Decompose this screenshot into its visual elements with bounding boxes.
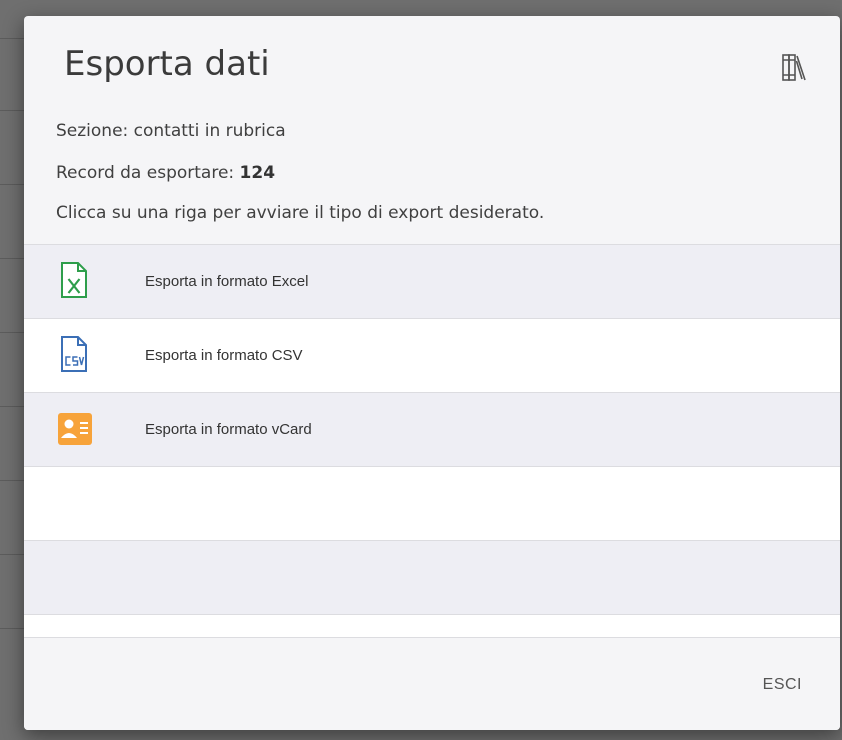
exit-button[interactable]: ESCI — [763, 676, 802, 694]
backdrop-divider — [0, 184, 24, 185]
export-dialog: Esporta dati Sezione: contatti in rubric… — [24, 16, 840, 730]
section-label: Sezione: contatti in rubrica — [56, 121, 286, 141]
export-options-list: Esporta in formato Excel Esporta in form… — [24, 244, 840, 638]
dialog-header: Esporta dati Sezione: contatti in rubric… — [24, 16, 840, 244]
backdrop-divider — [0, 110, 24, 111]
dialog-title: Esporta dati — [64, 44, 270, 84]
records-count: 124 — [239, 163, 276, 183]
empty-row — [24, 467, 840, 541]
empty-row — [24, 541, 840, 615]
empty-row — [24, 615, 840, 638]
export-excel-row[interactable]: Esporta in formato Excel — [24, 245, 840, 319]
dialog-footer: ESCI — [24, 637, 840, 730]
excel-file-icon — [61, 262, 87, 298]
backdrop-divider — [0, 258, 24, 259]
export-option-label: Esporta in formato Excel — [145, 273, 309, 290]
records-label: Record da esportare: — [56, 163, 235, 183]
vcard-icon — [58, 413, 92, 445]
backdrop-divider — [0, 628, 24, 629]
backdrop-divider — [0, 38, 24, 39]
records-info: Record da esportare: 124 — [56, 163, 275, 183]
backdrop-divider — [0, 480, 24, 481]
csv-file-icon — [61, 336, 87, 372]
export-vcard-row[interactable]: Esporta in formato vCard — [24, 393, 840, 467]
backdrop-divider — [0, 406, 24, 407]
backdrop-divider — [0, 332, 24, 333]
export-option-label: Esporta in formato vCard — [145, 421, 312, 438]
export-csv-row[interactable]: Esporta in formato CSV — [24, 319, 840, 393]
instruction-text: Clicca su una riga per avviare il tipo d… — [56, 203, 545, 223]
backdrop-divider — [0, 554, 24, 555]
export-option-label: Esporta in formato CSV — [145, 347, 303, 364]
books-icon — [782, 54, 806, 81]
